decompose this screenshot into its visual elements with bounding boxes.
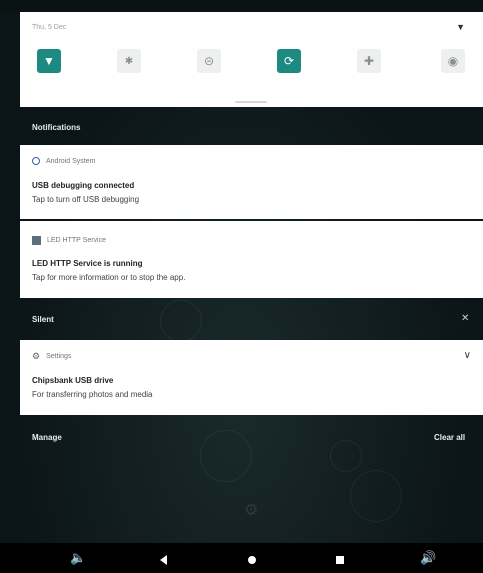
- home-icon[interactable]: [248, 556, 256, 564]
- close-icon[interactable]: ✕: [461, 313, 469, 324]
- navigation-bar: 🔈 🔊: [0, 543, 483, 573]
- notification-app-name: Android System: [46, 157, 96, 165]
- recents-icon[interactable]: [336, 556, 344, 564]
- wallpaper-bubble: [330, 440, 362, 472]
- wallpaper-bubble: [200, 430, 252, 482]
- volume-down-icon[interactable]: 🔈: [70, 549, 86, 567]
- manage-button[interactable]: Manage: [32, 433, 62, 442]
- wallpaper-bubble: [350, 470, 402, 522]
- led-service-icon: [32, 236, 41, 245]
- notification-card[interactable]: Android System USB debugging connected T…: [20, 145, 483, 219]
- notification-text: For transferring photos and media: [32, 390, 153, 399]
- gear-icon: ⚙: [244, 502, 259, 519]
- silent-header: Silent: [32, 315, 54, 324]
- date-label: Thu, 5 Dec: [32, 24, 67, 31]
- wifi-status-icon: ▼: [456, 22, 465, 32]
- notification-text: Tap for more information or to stop the …: [32, 273, 186, 282]
- volume-up-icon[interactable]: 🔊: [420, 549, 436, 567]
- tile-location[interactable]: ◉: [441, 49, 465, 73]
- notification-app-name: Settings: [46, 352, 72, 360]
- notifications-header: Notifications: [32, 123, 81, 132]
- wifi-icon: ▼: [43, 54, 55, 68]
- chevron-down-icon[interactable]: ∨: [464, 350, 471, 361]
- notification-card[interactable]: LED HTTP Service LED HTTP Service is run…: [20, 221, 483, 298]
- location-icon: ◉: [447, 54, 459, 68]
- notification-card[interactable]: ⚙ Settings ∨ Chipsbank USB drive For tra…: [20, 340, 483, 415]
- notification-title: Chipsbank USB drive: [32, 376, 114, 385]
- notification-app-name: LED HTTP Service: [47, 237, 106, 244]
- dnd-icon: ⊝: [203, 54, 215, 68]
- rotate-icon: ⟳: [283, 54, 295, 68]
- notification-title: LED HTTP Service is running: [32, 259, 143, 268]
- android-system-icon: [32, 157, 40, 165]
- tile-airplane-mode[interactable]: ✚: [357, 49, 381, 73]
- tile-wifi[interactable]: ▼: [37, 49, 61, 73]
- notification-app: Android System: [32, 157, 95, 165]
- tile-bluetooth[interactable]: ✱: [117, 49, 141, 73]
- status-bar: [0, 0, 483, 12]
- notification-app: LED HTTP Service: [32, 236, 106, 245]
- notification-app: ⚙ Settings: [32, 351, 72, 361]
- notification-title: USB debugging connected: [32, 181, 135, 190]
- clear-all-button[interactable]: Clear all: [434, 433, 465, 442]
- drag-handle[interactable]: [235, 101, 267, 103]
- quick-settings-panel: Thu, 5 Dec ▼ ▼ ✱ ⊝ ⟳ ✚ ◉: [20, 12, 483, 107]
- tile-do-not-disturb[interactable]: ⊝: [197, 49, 221, 73]
- settings-icon: ⚙: [32, 351, 41, 361]
- notification-text: Tap to turn off USB debugging: [32, 195, 140, 204]
- bluetooth-icon: ✱: [124, 55, 134, 67]
- tile-auto-rotate[interactable]: ⟳: [277, 49, 301, 73]
- back-icon[interactable]: [160, 555, 167, 565]
- wallpaper-bubble: [160, 300, 202, 342]
- airplane-icon: ✚: [363, 54, 375, 68]
